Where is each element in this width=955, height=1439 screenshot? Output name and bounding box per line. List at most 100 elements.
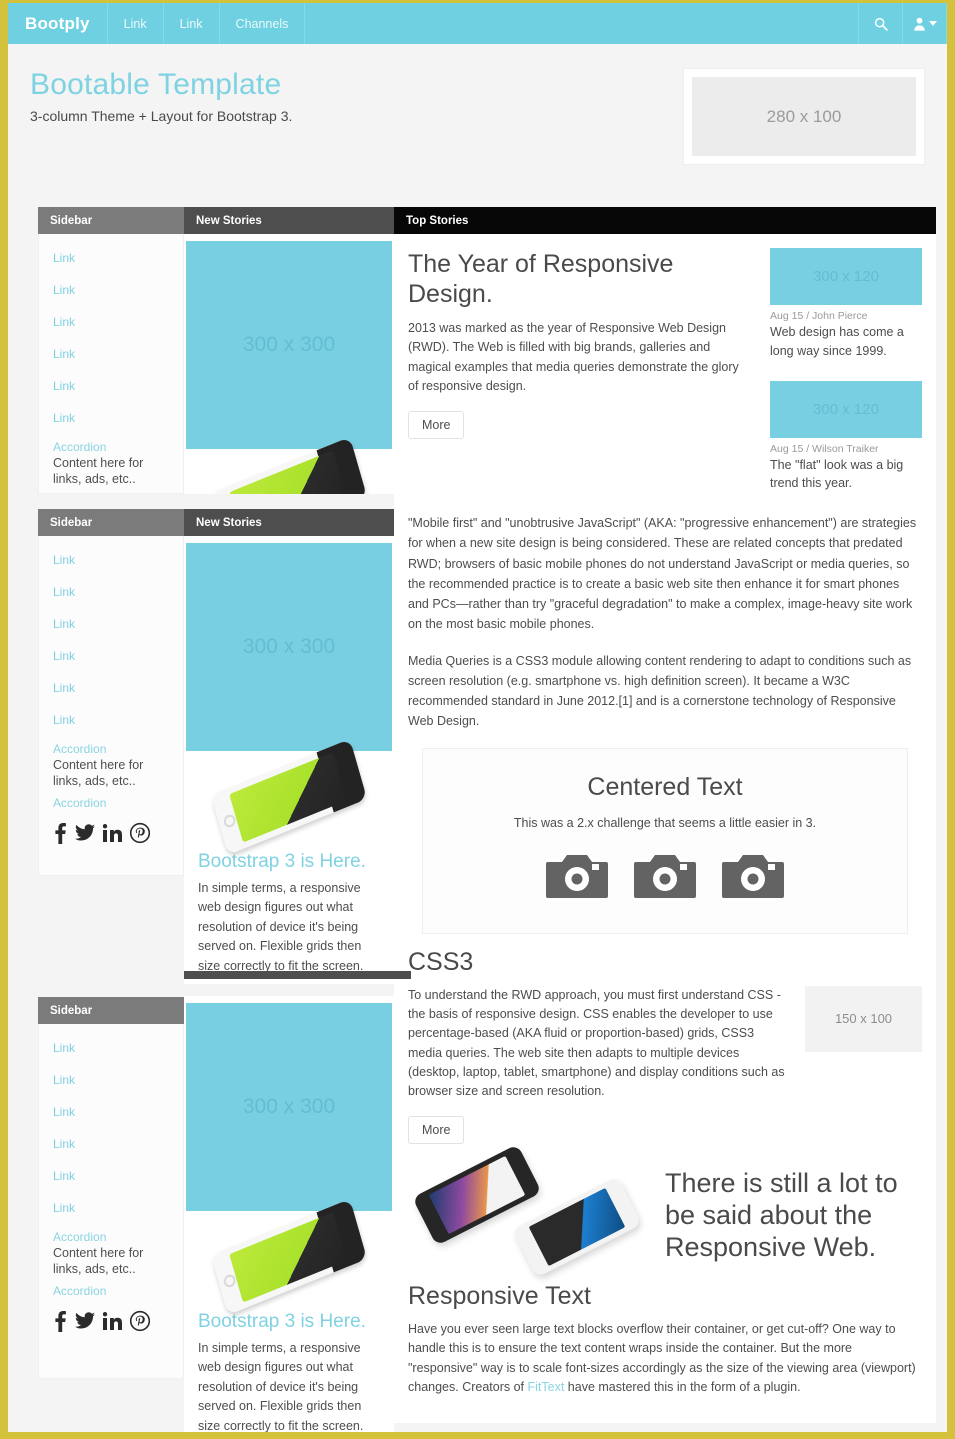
user-menu-button[interactable] <box>903 3 947 44</box>
sidebar-item-link-2[interactable]: Link <box>39 274 183 306</box>
teaser-text-2: The "flat" look was a big trend this yea… <box>770 457 904 491</box>
sidebar-header-2: Sidebar <box>38 509 184 536</box>
sidebar-header-3: Sidebar <box>38 997 184 1024</box>
page-subtitle: 3-column Theme + Layout for Bootstrap 3. <box>30 108 293 124</box>
nav-link-1[interactable]: Link <box>108 3 164 44</box>
teaser-item-2: 300 x 120 Aug 15 / Wilson Traiker The "f… <box>770 380 922 494</box>
sidebar-item-link-5[interactable]: Link <box>39 1160 183 1192</box>
accordion-toggle-2[interactable]: Accordion <box>39 1282 183 1298</box>
sidebar-item-link-5[interactable]: Link <box>39 672 183 704</box>
sidebar-item-link-6[interactable]: Link <box>39 704 183 736</box>
twitter-icon[interactable] <box>75 1310 95 1332</box>
panel-group-2: Sidebar Link Link Link Link Link Link Ac… <box>38 509 418 984</box>
top-stories-body: The Year of Responsive Design. 2013 was … <box>394 234 936 1424</box>
top-stories-header: Top Stories <box>394 207 936 234</box>
accordion-toggle-1[interactable]: Accordion <box>39 438 183 454</box>
responsive-text-after: have mastered this in the form of a plug… <box>564 1379 801 1394</box>
teaser-image-2: 300 x 120 <box>770 380 922 438</box>
css3-heading: CSS3 <box>408 947 474 976</box>
lead-more-button[interactable]: More <box>408 410 465 439</box>
sidebar-item-link-1[interactable]: Link <box>39 1032 183 1064</box>
new-stories-image-1: 300 x 300 <box>186 241 392 449</box>
facebook-icon[interactable] <box>53 1310 67 1332</box>
collapsed-header-strip <box>184 971 411 979</box>
facebook-icon[interactable] <box>53 822 67 844</box>
sidebar-body-3: Link Link Link Link Link Link Accordion … <box>38 1024 184 1379</box>
new-story-text-3: In simple terms, a responsive web design… <box>198 1341 364 1433</box>
sidebar-column-3: Sidebar Link Link Link Link Link Link Ac… <box>38 997 184 1379</box>
pinterest-icon[interactable] <box>130 822 150 844</box>
nav-link-2[interactable]: Link <box>164 3 220 44</box>
sidebar-item-link-1[interactable]: Link <box>39 242 183 274</box>
lead-article: The Year of Responsive Design. 2013 was … <box>408 248 752 513</box>
teaser-meta-1: Aug 15 / John Pierce <box>770 310 868 322</box>
accordion-toggle-2[interactable]: Accordion <box>39 794 183 810</box>
accordion-content-1: Content here for links, ads, etc.. <box>53 1246 144 1277</box>
top-stories-column: Top Stories The Year of Responsive Desig… <box>394 207 936 1424</box>
well-heading: Centered Text <box>587 772 743 801</box>
sidebar-item-link-3[interactable]: Link <box>39 306 183 338</box>
sidebar-item-link-4[interactable]: Link <box>39 338 183 370</box>
sidebar-item-link-1[interactable]: Link <box>39 544 183 576</box>
sidebar-item-link-2[interactable]: Link <box>39 1064 183 1096</box>
pinterest-icon[interactable] <box>130 1310 150 1332</box>
sidebar-links-1: Link Link Link Link Link Link <box>39 234 183 438</box>
page-frame: Bootply Link Link Channels Bootable Temp… <box>0 0 955 1439</box>
phone-illustration-3 <box>184 1198 394 1316</box>
responsive-text-heading: Responsive Text <box>408 1281 591 1310</box>
linkedin-icon[interactable] <box>103 822 122 844</box>
twitter-icon[interactable] <box>75 822 95 844</box>
sidebar-links-2: Link Link Link Link Link Link <box>39 536 183 740</box>
well-text: This was a 2.x challenge that seems a li… <box>513 815 817 830</box>
sidebar-item-link-4[interactable]: Link <box>39 640 183 672</box>
paragraph-2: Media Queries is a CSS3 module allowing … <box>408 653 912 729</box>
phones-illustration <box>408 1143 653 1278</box>
navbar-brand[interactable]: Bootply <box>8 3 108 44</box>
hero: Bootable Template 3-column Theme + Layou… <box>8 44 947 196</box>
search-icon <box>874 17 888 31</box>
search-button[interactable] <box>859 3 903 44</box>
teaser-meta-2: Aug 15 / Wilson Traiker <box>770 442 879 455</box>
sidebar-links-3: Link Link Link Link Link Link <box>39 1024 183 1228</box>
sidebar-column-2: Sidebar Link Link Link Link Link Link Ac… <box>38 509 184 876</box>
accordion-content-1: Content here for links, ads, etc.. <box>53 758 144 789</box>
phone-illustration-2 <box>184 738 394 856</box>
sidebar-item-link-2[interactable]: Link <box>39 576 183 608</box>
new-stories-image-2: 300 x 300 <box>186 543 392 751</box>
accordion-content-1: Content here for links, ads, etc.. <box>53 456 144 487</box>
linkedin-icon[interactable] <box>103 1310 122 1332</box>
teaser-image-1: 300 x 120 <box>770 248 922 305</box>
sidebar-column-1: Sidebar Link Link Link Link Link Link Ac… <box>38 207 184 494</box>
sidebar-item-link-6[interactable]: Link <box>39 1192 183 1224</box>
sidebar-body-2: Link Link Link Link Link Link Accordion … <box>38 536 184 876</box>
hero-ad-slot: 280 x 100 <box>683 68 925 165</box>
nav-link-channels[interactable]: Channels <box>220 3 306 44</box>
centered-text-well: Centered Text This was a 2.x challenge t… <box>422 747 908 934</box>
sidebar-item-link-3[interactable]: Link <box>39 608 183 640</box>
responsive-text-body: Have you ever seen large text blocks ove… <box>408 1320 922 1398</box>
camera-icon <box>546 850 608 903</box>
new-stories-body-2: 300 x 300 Bootstrap 3 is Here. In simple… <box>184 536 394 984</box>
accordion-toggle-1[interactable]: Accordion <box>39 740 183 756</box>
accordion-toggle-1[interactable]: Accordion <box>39 1228 183 1244</box>
new-story-text-2: In simple terms, a responsive web design… <box>198 881 364 973</box>
social-links <box>39 810 183 860</box>
new-stories-body-3: 300 x 300 Bootstrap 3 is Here. In simple… <box>184 996 394 1433</box>
phone-illustration-1 <box>184 436 394 494</box>
camera-icon <box>722 850 784 903</box>
sidebar-item-link-4[interactable]: Link <box>39 1128 183 1160</box>
fittext-link[interactable]: FitText <box>528 1380 565 1394</box>
sidebar-item-link-6[interactable]: Link <box>39 402 183 434</box>
new-stories-body-1: 300 x 300 <box>184 234 394 494</box>
sidebar-item-link-5[interactable]: Link <box>39 370 183 402</box>
teaser-list: 300 x 120 Aug 15 / John Pierce Web desig… <box>770 248 922 513</box>
sidebar-header-1: Sidebar <box>38 207 184 234</box>
claim-heading: There is still a lot to be said about th… <box>665 1167 898 1262</box>
camera-icon-row <box>433 850 897 903</box>
sidebar-item-link-3[interactable]: Link <box>39 1096 183 1128</box>
social-links <box>39 1298 183 1348</box>
hero-text: Bootable Template 3-column Theme + Layou… <box>30 68 292 124</box>
new-stories-column-3: 300 x 300 Bootstrap 3 is Here. In simple… <box>184 996 394 1433</box>
new-stories-image-3: 300 x 300 <box>186 1003 392 1211</box>
new-stories-header-2: New Stories <box>184 509 394 536</box>
